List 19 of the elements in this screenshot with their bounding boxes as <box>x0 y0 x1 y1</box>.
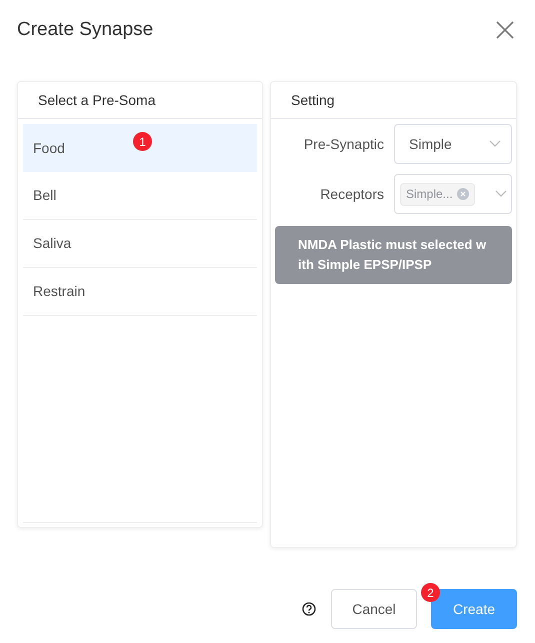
step-badge: 1 <box>133 132 152 151</box>
list-item[interactable]: Restrain <box>23 268 257 316</box>
help-icon[interactable] <box>302 602 316 616</box>
field-label: Receptors <box>320 184 384 204</box>
select-field[interactable]: Simple <box>394 124 512 164</box>
list-item[interactable]: Saliva <box>23 220 257 268</box>
panel-title: Select a Pre-Soma <box>38 90 156 110</box>
tag: Simple... <box>400 182 475 206</box>
list-item[interactable]: Bell <box>23 172 257 220</box>
close-icon[interactable] <box>495 20 515 40</box>
tooltip: NMDA Plastic must selected with Simple EPSP/IPSP <box>275 226 512 284</box>
field-label: Pre-Synaptic <box>304 134 384 154</box>
dialog-title: Create Synapse <box>17 18 154 42</box>
step-badge: 2 <box>421 583 440 602</box>
list-item[interactable]: Food 1 <box>23 124 257 172</box>
chevron-down-icon <box>495 190 507 198</box>
chevron-down-icon <box>489 140 501 148</box>
cancel-button[interactable]: Cancel <box>331 589 417 629</box>
panel-title: Setting <box>291 90 335 110</box>
